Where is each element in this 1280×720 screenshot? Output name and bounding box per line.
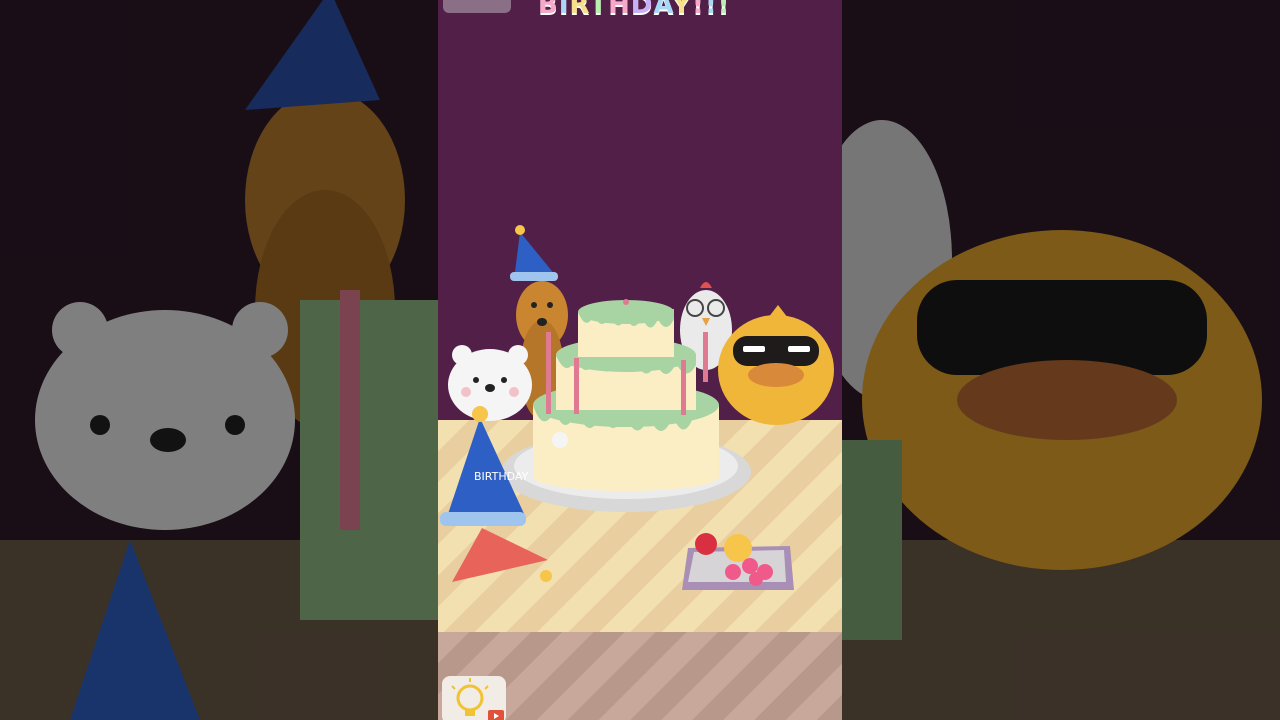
duck-character[interactable] — [718, 305, 834, 425]
party-hat-label: BIRTHDAY — [474, 470, 529, 483]
strawberry — [695, 533, 717, 555]
polar-bear-character[interactable] — [448, 345, 532, 421]
backdrop-right-dim — [842, 0, 1280, 720]
lemon-slice — [724, 534, 752, 562]
hint-button[interactable] — [442, 676, 506, 720]
play-video-icon — [488, 710, 504, 720]
game-screen: BIRTHDAY!!! BIRTHDAY — [438, 0, 842, 720]
backdrop-left — [0, 0, 438, 720]
scene-art: BIRTHDAY — [440, 225, 834, 590]
backdrop-left-dim — [0, 0, 438, 720]
dog-party-hat — [510, 225, 558, 281]
backdrop-right — [842, 0, 1280, 720]
party-hat-pink[interactable] — [452, 528, 552, 582]
fruit-plate[interactable] — [682, 533, 794, 590]
